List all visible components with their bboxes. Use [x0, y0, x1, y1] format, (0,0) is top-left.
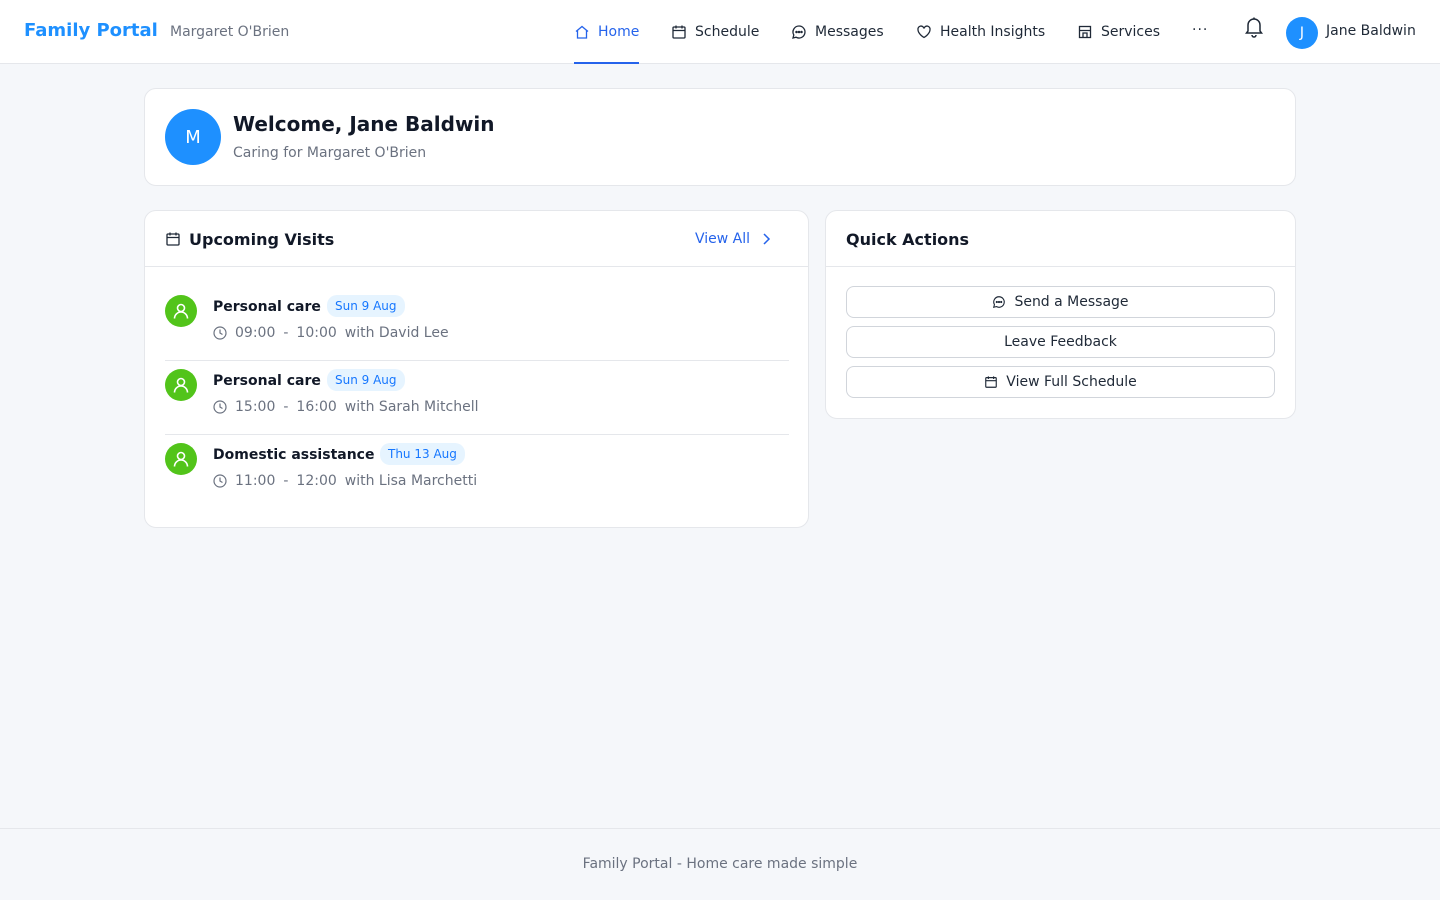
- visit-date-badge: Thu 13 Aug: [380, 443, 465, 465]
- upcoming-visits-card: Upcoming Visits View All Personal care S…: [144, 210, 809, 528]
- visit-icon: [165, 369, 197, 401]
- visit-type: Personal care: [213, 373, 321, 389]
- welcome-subtitle: Caring for Margaret O'Brien: [233, 145, 427, 161]
- time-separator: -: [283, 325, 289, 341]
- visit-date-badge: Sun 9 Aug: [327, 369, 405, 391]
- more-menu-button[interactable]: ···: [1192, 22, 1208, 38]
- user-icon: [173, 451, 189, 467]
- nav-schedule[interactable]: Schedule: [671, 0, 759, 64]
- user-icon: [173, 377, 189, 393]
- visit-icon: [165, 295, 197, 327]
- care-recipient-name: Margaret O'Brien: [170, 24, 290, 40]
- calendar-icon: [985, 376, 998, 388]
- footer: Family Portal - Home care made simple: [0, 828, 1440, 900]
- view-all-label: View All: [695, 231, 751, 247]
- shop-icon: [1078, 25, 1092, 39]
- user-avatar[interactable]: J: [1286, 17, 1318, 49]
- message-icon: [993, 296, 1006, 309]
- visit-time: 11:00 - 12:00 with Lisa Marchetti: [213, 473, 477, 489]
- visit-type: Personal care: [213, 299, 321, 315]
- visit-carer: with David Lee: [344, 325, 449, 341]
- upcoming-visits-header: Upcoming Visits View All: [145, 211, 808, 267]
- user-icon: [173, 303, 189, 319]
- visit-icon: [165, 443, 197, 475]
- visit-carer: with Sarah Mitchell: [344, 399, 479, 415]
- view-full-schedule-label: View Full Schedule: [1006, 374, 1137, 390]
- view-full-schedule-button[interactable]: View Full Schedule: [846, 366, 1275, 398]
- welcome-card: M Welcome, Jane Baldwin Caring for Marga…: [144, 88, 1296, 186]
- send-message-button[interactable]: Send a Message: [846, 286, 1275, 318]
- quick-actions-card: Quick Actions Send a Message Leave Feedb…: [825, 210, 1296, 419]
- visit-carer: with Lisa Marchetti: [344, 473, 478, 489]
- visit-item[interactable]: Personal care Sun 9 Aug 09:00 - 10:00 wi…: [165, 287, 789, 361]
- visit-time: 15:00 - 16:00 with Sarah Mitchell: [213, 399, 478, 415]
- calendar-icon: [166, 232, 180, 246]
- visit-start: 09:00: [235, 325, 276, 341]
- visit-end: 12:00: [296, 473, 337, 489]
- care-recipient-avatar: M: [165, 109, 221, 165]
- visit-end: 10:00: [296, 325, 337, 341]
- nav-services-label: Services: [1101, 24, 1161, 40]
- footer-text: Family Portal - Home care made simple: [582, 856, 858, 872]
- visit-end: 16:00: [296, 399, 337, 415]
- view-all-link[interactable]: View All: [695, 231, 772, 247]
- visit-type: Domestic assistance: [213, 447, 375, 463]
- visit-date-badge: Sun 9 Aug: [327, 295, 405, 317]
- visit-item[interactable]: Domestic assistance Thu 13 Aug 11:00 - 1…: [165, 435, 789, 509]
- leave-feedback-label: Leave Feedback: [1004, 334, 1117, 350]
- clock-icon: [213, 400, 227, 414]
- upcoming-visits-title: Upcoming Visits: [189, 230, 335, 249]
- nav-services[interactable]: Services: [1077, 0, 1160, 64]
- brand-logo[interactable]: Family Portal: [24, 20, 158, 41]
- time-separator: -: [283, 399, 289, 415]
- visit-item[interactable]: Personal care Sun 9 Aug 15:00 - 16:00 wi…: [165, 361, 789, 435]
- nav-health-insights-label: Health Insights: [940, 24, 1046, 40]
- nav-schedule-label: Schedule: [695, 24, 760, 40]
- welcome-title: Welcome, Jane Baldwin: [233, 112, 495, 136]
- nav-home[interactable]: Home: [574, 0, 640, 64]
- quick-actions-title: Quick Actions: [846, 230, 970, 249]
- top-navigation-bar: Family Portal Margaret O'Brien Home Sche…: [0, 0, 1440, 64]
- message-icon: [792, 25, 806, 39]
- nav-messages-label: Messages: [815, 24, 884, 40]
- send-message-label: Send a Message: [1014, 294, 1129, 310]
- heart-icon: [917, 25, 931, 39]
- user-name[interactable]: Jane Baldwin: [1326, 23, 1416, 39]
- notification-bell-icon[interactable]: [1244, 16, 1264, 38]
- nav-messages[interactable]: Messages: [791, 0, 884, 64]
- nav-home-label: Home: [598, 24, 640, 40]
- chevron-right-icon: [763, 233, 771, 245]
- clock-icon: [213, 326, 227, 340]
- nav-health-insights[interactable]: Health Insights: [916, 0, 1045, 64]
- quick-actions-header: Quick Actions: [826, 211, 1295, 267]
- visit-start: 11:00: [235, 473, 276, 489]
- time-separator: -: [283, 473, 289, 489]
- clock-icon: [213, 474, 227, 488]
- home-icon: [575, 25, 589, 39]
- visit-start: 15:00: [235, 399, 276, 415]
- leave-feedback-button[interactable]: Leave Feedback: [846, 326, 1275, 358]
- calendar-icon: [672, 25, 686, 39]
- visit-time: 09:00 - 10:00 with David Lee: [213, 325, 449, 341]
